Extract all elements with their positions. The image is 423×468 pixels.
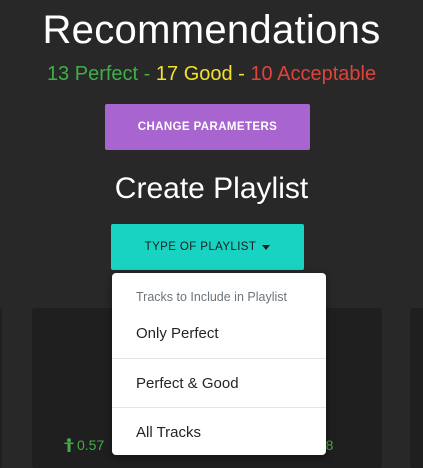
summary-separator: - (138, 63, 156, 85)
recommendation-summary: 13 Perfect - 17 Good - 10 Acceptable (0, 63, 423, 86)
type-of-playlist-label: TYPE OF PLAYLIST (144, 241, 257, 253)
perfect-count: 13 Perfect (46, 63, 139, 85)
dropdown-item-perfect-and-good[interactable]: Perfect & Good (112, 359, 326, 408)
track-card-left (0, 308, 2, 468)
playlist-type-dropdown-menu: Tracks to Include in Playlist Only Perfe… (112, 273, 326, 455)
dropdown-item-all-tracks[interactable]: All Tracks (112, 408, 326, 457)
dropdown-item-only-perfect[interactable]: Only Perfect (112, 309, 326, 358)
create-playlist-heading: Create Playlist (114, 172, 309, 205)
person-icon (64, 438, 74, 452)
acceptable-count: 10 Acceptable (250, 63, 377, 85)
caret-down-icon (262, 244, 271, 250)
type-of-playlist-button[interactable]: TYPE OF PLAYLIST (111, 224, 304, 270)
dropdown-item-label: Only Perfect (136, 325, 219, 342)
track-card-right (410, 308, 423, 468)
summary-separator: - (232, 63, 251, 85)
dropdown-item-label: All Tracks (136, 424, 202, 441)
track-stat-left: 0.57 (64, 437, 104, 453)
change-parameters-button[interactable]: CHANGE PARAMETERS (105, 104, 310, 150)
good-count: 17 Good (155, 63, 233, 85)
dropdown-item-label: Perfect & Good (136, 375, 239, 392)
dropdown-header: Tracks to Include in Playlist (136, 290, 287, 304)
page-title: Recommendations (42, 8, 381, 52)
track-stat-left-value: 0.57 (77, 437, 105, 453)
